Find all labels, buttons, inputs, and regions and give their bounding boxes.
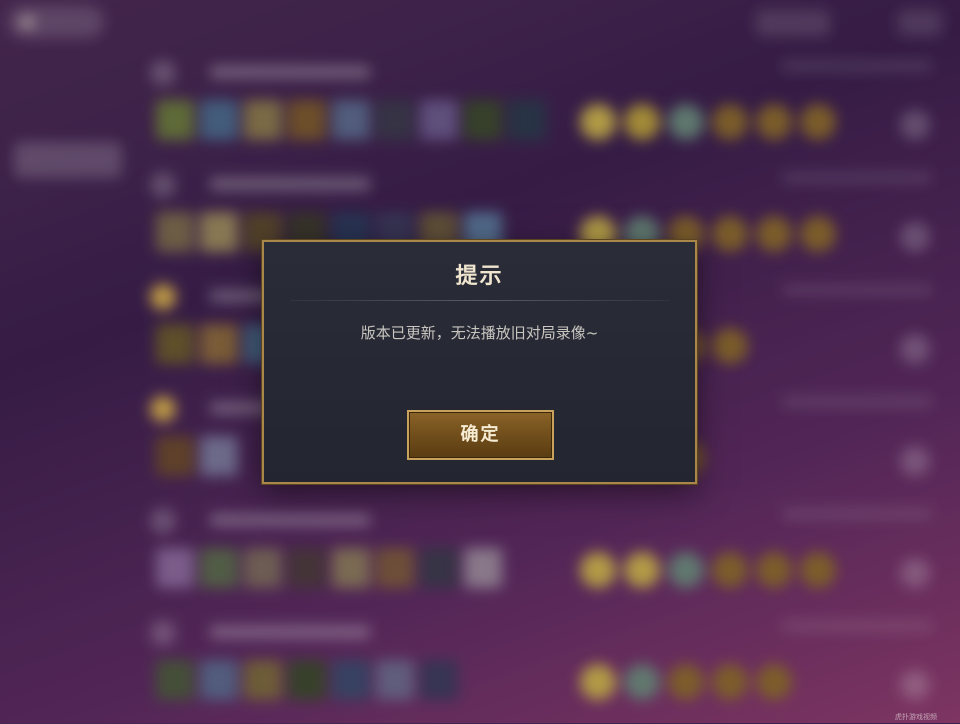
confirm-button[interactable]: 确定 bbox=[407, 410, 554, 460]
dialog-title: 提示 bbox=[455, 264, 504, 289]
notice-dialog: 提示 版本已更新，无法播放旧对局录像~ 确定 bbox=[262, 240, 697, 484]
dialog-divider bbox=[290, 300, 670, 301]
watermark: 虎扑游戏视频 bbox=[895, 713, 937, 721]
dialog-message: 版本已更新，无法播放旧对局录像~ bbox=[360, 324, 599, 342]
